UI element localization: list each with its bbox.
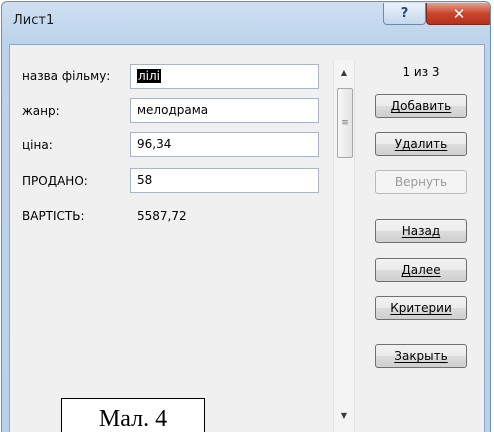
data-form-window: Лист1 ? ✕ назва фільму: лілі жанр: мелод… (1, 1, 491, 432)
record-counter: 1 из 3 (402, 65, 440, 79)
sold-input[interactable]: 58 (130, 168, 319, 193)
grip-icon: ≡ (341, 118, 349, 128)
price-input[interactable]: 96,34 (130, 132, 319, 157)
next-button[interactable]: Далее (375, 258, 467, 282)
scroll-up-arrow-icon[interactable]: ▲ (334, 63, 354, 81)
title-bar[interactable]: Лист1 ? ✕ (2, 2, 490, 44)
form-body: назва фільму: лілі жанр: мелодрама ціна:… (9, 44, 485, 432)
film-name-selected-text: лілі (137, 69, 162, 83)
close-window-button[interactable]: ✕ (426, 3, 490, 25)
figure-caption: Мал. 4 (61, 398, 205, 432)
scroll-thumb[interactable]: ≡ (337, 88, 353, 158)
delete-button[interactable]: Удалить (375, 132, 467, 156)
close-button[interactable]: Закрыть (375, 344, 467, 368)
genre-input[interactable]: мелодрама (130, 98, 319, 123)
question-mark-icon: ? (400, 6, 409, 21)
add-button[interactable]: Добавить (375, 94, 467, 118)
window-title: Лист1 (13, 13, 55, 28)
back-button[interactable]: Назад (375, 219, 467, 243)
field-label-cost: ВАРТІСТЬ: (22, 209, 85, 223)
record-scrollbar[interactable]: ▲ ≡ ▼ (333, 60, 355, 432)
criteria-button[interactable]: Критерии (375, 296, 467, 320)
field-label-sold: ПРОДАНО: (22, 174, 88, 188)
restore-button: Вернуть (375, 170, 467, 194)
field-label-film-name: назва фільму: (22, 69, 111, 83)
close-icon: ✕ (452, 4, 466, 23)
field-label-genre: жанр: (22, 104, 60, 118)
help-button[interactable]: ? (383, 3, 426, 25)
scroll-down-arrow-icon[interactable]: ▼ (334, 406, 354, 424)
film-name-input[interactable]: лілі (130, 64, 319, 89)
cost-value: 5587,72 (137, 209, 187, 223)
field-label-price: ціна: (22, 138, 53, 152)
